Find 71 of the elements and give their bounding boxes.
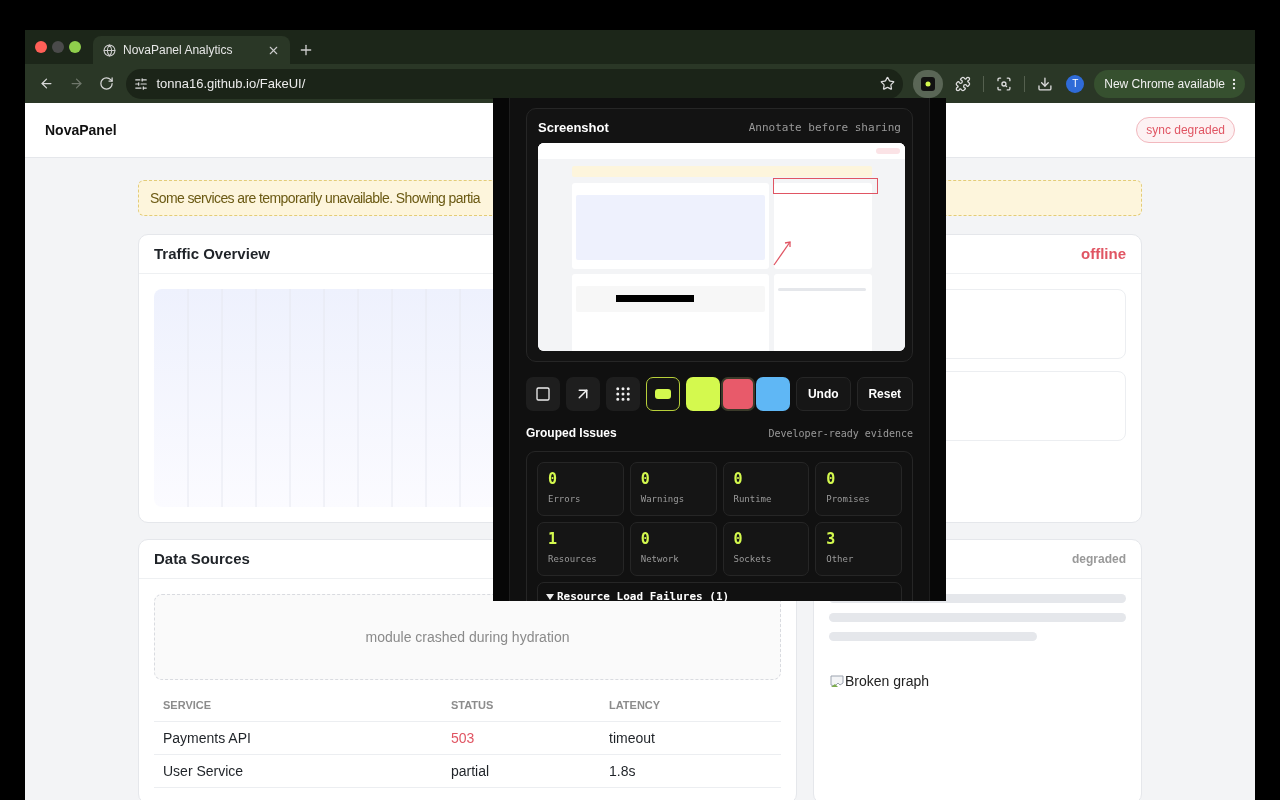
annotation-tool-button[interactable] — [646, 377, 680, 411]
annotation-tool-button[interactable] — [606, 377, 640, 411]
issue-count: 0 — [640, 470, 651, 488]
table-cell-text: 1.8s — [609, 761, 636, 781]
broken-image-icon — [829, 673, 845, 690]
brand-name: NovaPanel — [45, 120, 117, 140]
issue-category: Sockets — [733, 553, 773, 566]
reload-icon[interactable] — [99, 76, 114, 91]
issue-group-header[interactable]: Resource Load Failures (1) — [537, 582, 902, 601]
new-tab-icon[interactable] — [298, 42, 314, 58]
column-header: SERVICE — [163, 697, 213, 713]
extension-icon — [920, 76, 935, 91]
issue-count: 0 — [548, 470, 559, 488]
extension-button[interactable] — [913, 69, 943, 98]
section-hint: Developer-ready evidence — [768, 426, 913, 441]
site-settings-icon[interactable] — [134, 76, 149, 91]
issue-count: 3 — [826, 530, 837, 548]
issue-count: 0 — [733, 530, 744, 548]
table-cell-text: partial — [451, 761, 491, 781]
sync-status-badge: sync degraded — [1136, 117, 1235, 143]
download-icon[interactable] — [1036, 75, 1053, 92]
dots-grid-icon — [614, 385, 632, 403]
url-text: tonna16.github.io/FakeUI/ — [156, 74, 307, 93]
panel-title: Screenshot — [538, 119, 609, 138]
annotation-tool-button[interactable] — [526, 377, 560, 411]
highlighter-icon — [655, 389, 671, 399]
panel-hint: Annotate before sharing — [748, 119, 901, 136]
section-title: Grouped Issues — [526, 425, 617, 442]
color-swatch[interactable] — [686, 377, 720, 411]
action-button[interactable]: Undo — [796, 377, 851, 411]
issue-count: 0 — [733, 470, 744, 488]
issue-category: Promises — [826, 493, 871, 506]
color-swatch[interactable] — [756, 377, 790, 411]
bookmark-star-icon[interactable] — [880, 76, 896, 91]
warning-text: Some services are temporarily unavailable. Showing partia — [150, 188, 480, 208]
issue-category: Network — [640, 553, 680, 566]
card-title: Traffic Overview — [154, 243, 270, 264]
globe-icon — [103, 43, 116, 57]
lens-search-icon[interactable] — [995, 75, 1012, 92]
action-button[interactable]: Reset — [856, 377, 913, 411]
zoom-window-button[interactable] — [69, 41, 81, 53]
issue-count: 0 — [640, 530, 651, 548]
issue-category: Errors — [548, 493, 582, 506]
issue-category: Resources — [548, 553, 598, 566]
issue-category: Other — [826, 553, 855, 566]
image-alt-text: Broken graph — [845, 672, 930, 691]
close-window-button[interactable] — [35, 41, 47, 53]
rectangle-tool-icon — [535, 386, 551, 402]
annotation-arrow — [773, 241, 791, 266]
profile-avatar[interactable]: T — [1066, 74, 1085, 93]
table-cell-text: User Service — [163, 761, 245, 781]
color-swatch[interactable] — [721, 377, 755, 411]
table-cell-text: 503 — [451, 728, 476, 748]
offline-status: offline — [1081, 243, 1126, 264]
table-cell-text: timeout — [609, 728, 655, 748]
update-chrome-button[interactable]: New Chrome available — [1094, 69, 1245, 98]
issue-category: Runtime — [733, 493, 773, 506]
crash-message: module crashed during hydration — [365, 627, 570, 647]
issue-count: 1 — [548, 530, 559, 548]
extensions-puzzle-icon[interactable] — [954, 75, 971, 92]
issue-category: Warnings — [640, 493, 686, 506]
card-title: Data Sources — [154, 548, 250, 569]
column-header: STATUS — [451, 697, 495, 713]
browser-tab[interactable]: NovaPanel Analytics — [93, 36, 290, 64]
annotation-tool-button[interactable] — [566, 377, 600, 411]
degraded-status: degraded — [1072, 551, 1126, 568]
tab-title: NovaPanel Analytics — [123, 42, 234, 59]
issue-count: 0 — [826, 470, 837, 488]
address-bar[interactable]: tonna16.github.io/FakeUI/ — [126, 68, 904, 99]
column-header: LATENCY — [609, 697, 661, 713]
table-cell-text: Payments API — [163, 728, 252, 748]
